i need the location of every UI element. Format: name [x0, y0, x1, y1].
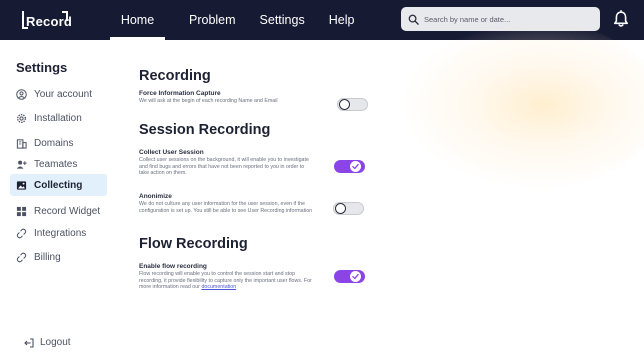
sidebar-item-installation[interactable]: Installation — [10, 107, 107, 129]
nav-home[interactable]: Home — [110, 0, 165, 40]
documentation-link[interactable]: documentation — [201, 284, 236, 290]
sidebar-item-label: Billing — [34, 251, 61, 263]
option-title-force-capture: Force Information Capture — [139, 90, 221, 97]
collect-user-session-toggle[interactable] — [334, 160, 365, 173]
nav-help[interactable]: Help — [318, 0, 366, 40]
main-nav: Home Problem Settings Help — [110, 0, 365, 40]
background-glow — [400, 20, 644, 190]
sidebar-item-label: Teamates — [34, 158, 78, 170]
image-icon — [16, 180, 27, 190]
nav-problem[interactable]: Problem — [178, 0, 247, 40]
gear-icon — [17, 113, 26, 123]
check-icon — [352, 273, 359, 280]
logout-label: Logout — [40, 337, 71, 348]
sidebar-item-record-widget[interactable]: Record Widget — [10, 200, 107, 222]
logo-bracket-right — [62, 11, 68, 21]
sidebar-item-label: Installation — [34, 112, 82, 124]
sidebar-item-your-account[interactable]: Your account — [10, 83, 107, 105]
logout-icon — [24, 337, 34, 348]
sidebar-item-billing[interactable]: Billing — [10, 246, 107, 268]
sidebar-item-label: Domains — [34, 137, 74, 149]
section-title-flow-recording: Flow Recording — [139, 236, 248, 252]
search-icon — [408, 14, 419, 25]
sidebar-item-integrations[interactable]: Integrations — [10, 222, 107, 244]
logout-button[interactable]: Logout — [24, 337, 71, 348]
add-user-icon — [16, 160, 27, 169]
sidebar-item-teamates[interactable]: Teamates — [10, 153, 107, 175]
option-title-collect-user-session: Collect User Session — [139, 149, 204, 156]
bell-icon[interactable] — [613, 10, 629, 28]
sidebar-title: Settings — [16, 60, 68, 75]
widgets-icon — [16, 206, 27, 216]
option-description-force-capture: We will ask at the begin of each recordi… — [139, 98, 278, 104]
sidebar-item-label: Record Widget — [34, 205, 101, 217]
toggle-knob — [339, 99, 350, 110]
section-title-recording: Recording — [139, 68, 211, 84]
option-description-anonimize: We do not culture any user information f… — [139, 201, 313, 214]
nav-settings[interactable]: Settings — [249, 0, 316, 40]
sidebar-item-domains[interactable]: Domains — [10, 132, 107, 154]
option-description-collect-user-session: Collect user sessions on the background,… — [139, 157, 309, 177]
user-circle-icon — [16, 88, 27, 100]
force-capture-toggle[interactable] — [337, 98, 368, 111]
option-title-anonimize: Anonimize — [139, 193, 172, 200]
check-icon — [352, 163, 359, 170]
toggle-knob — [350, 161, 361, 172]
building-icon — [16, 138, 27, 149]
option-title-enable-flow-recording: Enable flow recording — [139, 263, 207, 270]
option-description-enable-flow-recording: Flow recording will enable you to contro… — [139, 271, 315, 291]
sidebar-item-label: Collecting — [34, 179, 83, 191]
sidebar-item-label: Integrations — [34, 227, 87, 239]
toggle-knob — [335, 203, 346, 214]
enable-flow-recording-toggle[interactable] — [334, 270, 365, 283]
sidebar-item-collecting[interactable]: Collecting — [10, 174, 107, 196]
sidebar-item-label: Your account — [34, 88, 93, 100]
anonimize-toggle[interactable] — [333, 202, 364, 215]
section-title-session-recording: Session Recording — [139, 122, 271, 138]
toggle-knob — [350, 271, 361, 282]
link-icon — [16, 228, 27, 238]
link-icon — [16, 252, 27, 262]
